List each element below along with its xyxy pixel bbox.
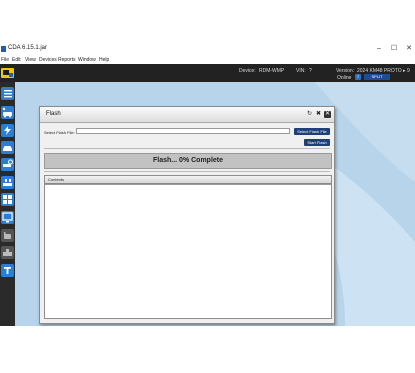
online-status: Online — [337, 75, 352, 81]
sidebar-item-service[interactable] — [1, 246, 14, 259]
tool-sidebar — [0, 82, 15, 326]
contents-panel[interactable]: Contents — [44, 175, 332, 319]
refresh-icon[interactable]: ↻ — [306, 111, 313, 118]
sidebar-item-modules[interactable] — [1, 193, 14, 206]
flash-file-input[interactable] — [76, 128, 290, 134]
close-dialog-button[interactable]: ✕ — [324, 111, 331, 118]
device-value: RDM-WMP — [259, 68, 285, 74]
sidebar-item-scan[interactable] — [1, 158, 14, 171]
lightning-icon — [4, 126, 11, 135]
monitor-icon — [2, 212, 13, 223]
help-button[interactable]: ? — [355, 74, 361, 80]
menu-view[interactable]: View — [25, 57, 36, 63]
dialog-title: Flash — [46, 111, 61, 117]
bottom-area — [0, 326, 415, 373]
car-icon — [3, 146, 12, 151]
menu-reports[interactable]: Reports — [58, 57, 76, 63]
device-label: Device: — [239, 68, 256, 74]
hand-icon — [4, 232, 11, 239]
sidebar-item-menu[interactable] — [1, 87, 14, 100]
car-tools-icon — [3, 179, 12, 186]
close-window-button[interactable]: ✕ — [404, 44, 414, 53]
split-button[interactable]: SPLIT — [364, 74, 390, 80]
select-flash-file-button[interactable]: Select Flash File — [294, 128, 330, 135]
car-search-icon — [3, 159, 13, 167]
header-bar: Device: RDM-WMP VIN: ? Version: 2024 KM4… — [0, 64, 415, 82]
list-icon — [4, 90, 12, 98]
version-label: Version: — [336, 68, 355, 74]
maximize-button[interactable]: ☐ — [389, 44, 399, 53]
pin-icon[interactable]: ✖ — [315, 111, 322, 118]
minimize-button[interactable]: – — [374, 44, 384, 53]
window-title: CDA 6.15.1.jar — [8, 45, 48, 51]
menu-help[interactable]: Help — [99, 57, 109, 63]
sidebar-item-text[interactable] — [1, 264, 14, 277]
dialog-titlebar: Flash ↻ ✖ ✕ — [40, 107, 334, 123]
sidebar-item-power[interactable] — [1, 124, 14, 137]
sidebar-item-tools[interactable] — [1, 176, 14, 189]
contents-header: Contents — [45, 176, 331, 184]
sidebar-item-network[interactable] — [1, 106, 14, 119]
menu-file[interactable]: File — [1, 57, 9, 63]
flash-dialog: Flash ↻ ✖ ✕ Select Flash File: Select Fl… — [39, 106, 335, 324]
divider — [44, 148, 330, 149]
menu-bar: File Edit View Devices Reports Window He… — [0, 56, 415, 64]
contents-divider — [45, 184, 331, 185]
window-titlebar: CDA 6.15.1.jar – ☐ ✕ — [0, 44, 415, 56]
sidebar-item-manual[interactable] — [1, 229, 14, 242]
app-logo-icon — [1, 68, 14, 78]
menu-window[interactable]: Window — [78, 57, 96, 63]
sidebar-item-vehicle[interactable] — [1, 141, 14, 154]
vin-label: VIN: — [296, 68, 306, 74]
flash-progress-bar: Flash... 0% Complete — [44, 153, 332, 169]
divider — [44, 171, 330, 172]
select-file-label: Select Flash File: — [44, 130, 75, 135]
sidebar-item-display[interactable] — [1, 211, 14, 224]
car-network-icon — [2, 107, 12, 118]
menu-edit[interactable]: Edit — [12, 57, 21, 63]
car-wrench-icon — [3, 249, 12, 256]
menu-devices[interactable]: Devices — [39, 57, 57, 63]
app-icon — [1, 46, 6, 52]
contents-header-label: Contents — [48, 177, 65, 182]
start-flash-button[interactable]: Start Flash — [304, 139, 330, 146]
vin-value: ? — [309, 68, 312, 74]
progress-text: Flash... 0% Complete — [152, 157, 224, 164]
grid-tools-icon — [3, 195, 12, 204]
text-tool-icon — [4, 267, 11, 274]
